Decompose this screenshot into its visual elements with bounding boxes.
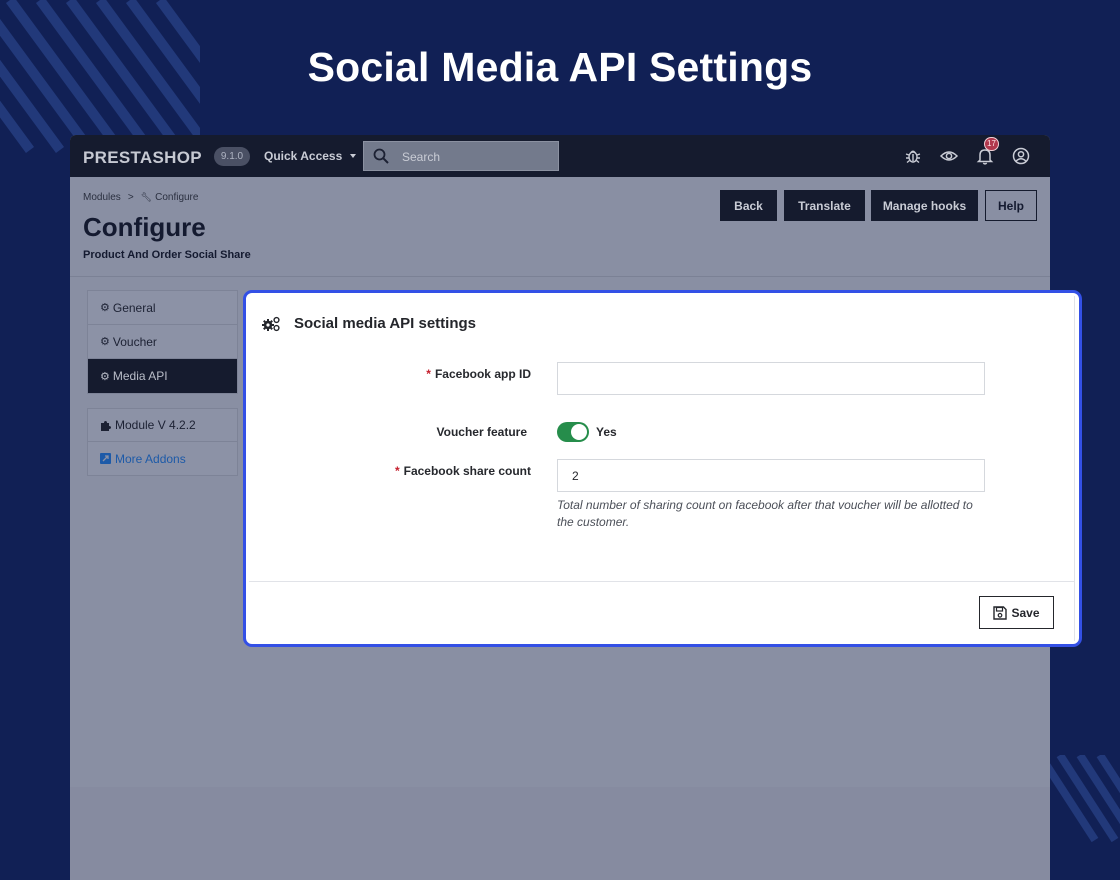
voucher-feature-state: Yes bbox=[596, 425, 617, 439]
nav-item-general[interactable]: ⚙︎ General bbox=[88, 291, 237, 325]
voucher-feature-label: Voucher feature bbox=[436, 425, 527, 439]
page-subtitle: Product And Order Social Share bbox=[83, 249, 251, 261]
back-button[interactable]: Back bbox=[720, 190, 777, 221]
quick-access-dropdown[interactable]: Quick Access bbox=[264, 149, 357, 163]
panel-edge bbox=[1074, 296, 1075, 641]
module-version-label: Module V 4.2.2 bbox=[115, 418, 196, 432]
breadcrumb-configure: Configure bbox=[155, 192, 199, 203]
gear-icon: ⚙︎ bbox=[100, 302, 110, 314]
search-box[interactable] bbox=[363, 141, 559, 171]
notification-count-badge: 17 bbox=[984, 137, 999, 151]
module-version: Module V 4.2.2 bbox=[88, 409, 237, 442]
more-addons-link[interactable]: More Addons bbox=[88, 442, 237, 475]
nav-item-label: General bbox=[112, 300, 156, 315]
share-count-help-text: Total number of sharing count on faceboo… bbox=[557, 498, 973, 529]
highlight-frame: Social media API settings * Facebook app … bbox=[243, 290, 1082, 647]
required-mark: * bbox=[426, 367, 431, 381]
facebook-share-count-input[interactable] bbox=[557, 459, 985, 492]
nav-item-label: Media API bbox=[112, 369, 168, 383]
prestashop-logo[interactable]: PRESTASHOP bbox=[83, 148, 202, 168]
eye-icon[interactable] bbox=[939, 146, 959, 166]
header-divider bbox=[70, 276, 1050, 277]
page-heading: Social Media API Settings bbox=[307, 44, 813, 90]
side-nav: ⚙︎ General ⚙︎ Voucher ⚙︎ Media API bbox=[87, 290, 238, 394]
required-mark: * bbox=[394, 464, 400, 478]
facebook-app-id-input[interactable] bbox=[557, 362, 985, 395]
save-button[interactable]: Save bbox=[979, 596, 1054, 629]
facebook-share-count-label: * Facebook share count bbox=[394, 464, 531, 478]
breadcrumb: Modules > 🔧︎ Configure bbox=[83, 192, 198, 203]
content-footer-area bbox=[70, 787, 1050, 880]
decorative-stripes-bottom-right bbox=[1050, 755, 1120, 845]
version-badge: 9.1.0 bbox=[214, 147, 250, 166]
quick-access-label: Quick Access bbox=[264, 149, 343, 163]
nav-item-media-api[interactable]: ⚙︎ Media API bbox=[88, 359, 237, 393]
translate-button[interactable]: Translate bbox=[784, 190, 865, 221]
panel-title: Social media API settings bbox=[294, 315, 476, 332]
help-button[interactable]: Help bbox=[985, 190, 1037, 221]
module-info-box: Module V 4.2.2 More Addons bbox=[87, 408, 238, 476]
settings-panel: Social media API settings * Facebook app … bbox=[249, 296, 1075, 641]
facebook-app-id-label: * Facebook app ID bbox=[426, 367, 531, 381]
nav-item-voucher[interactable]: ⚙︎ Voucher bbox=[88, 325, 237, 359]
gear-icon: ⚙︎ bbox=[100, 336, 110, 348]
search-input[interactable] bbox=[402, 148, 552, 166]
more-addons-label: More Addons bbox=[115, 451, 186, 466]
gears-icon bbox=[262, 316, 280, 332]
page-title: Configure bbox=[83, 212, 206, 242]
toggle-knob bbox=[571, 424, 587, 440]
breadcrumb-separator: > bbox=[127, 192, 134, 203]
nav-item-label: Voucher bbox=[112, 334, 157, 349]
save-label: Save bbox=[1011, 605, 1040, 620]
admin-topbar: PRESTASHOP 9.1.0 Quick Access Search 17 bbox=[70, 135, 1050, 177]
floppy-disk-icon bbox=[993, 605, 1008, 620]
voucher-feature-toggle[interactable] bbox=[557, 422, 589, 442]
search-icon bbox=[373, 148, 389, 164]
panel-footer-divider bbox=[249, 581, 1075, 582]
gear-icon: ⚙︎ bbox=[100, 370, 110, 383]
caret-down-icon bbox=[350, 154, 357, 158]
manage-hooks-button[interactable]: Manage hooks bbox=[871, 190, 978, 221]
wrench-icon: 🔧︎ bbox=[140, 192, 153, 202]
breadcrumb-modules[interactable]: Modules bbox=[83, 192, 121, 203]
external-link-icon bbox=[100, 453, 111, 464]
puzzle-icon bbox=[101, 420, 111, 431]
bug-icon[interactable] bbox=[903, 146, 923, 166]
user-circle-icon[interactable] bbox=[1011, 146, 1031, 166]
